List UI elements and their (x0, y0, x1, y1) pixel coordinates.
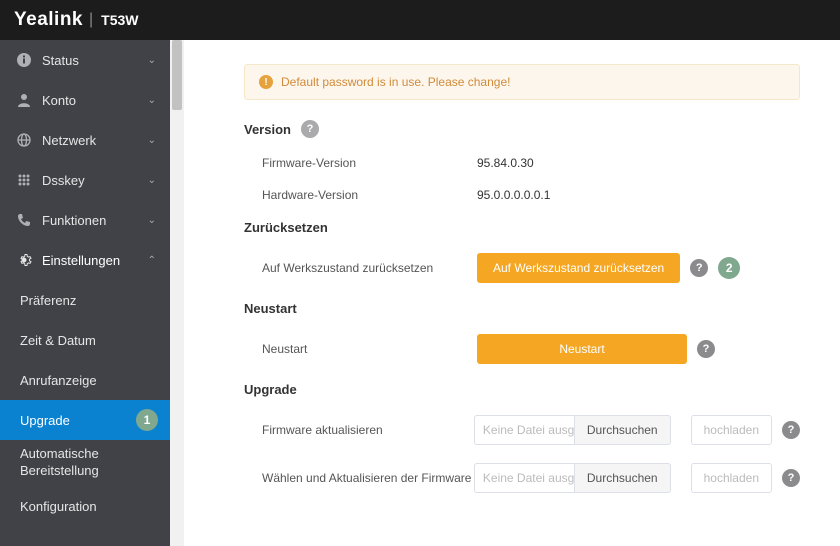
sidebar-item-konto[interactable]: Konto ⌄ (0, 80, 170, 120)
row-firmware-version: Firmware-Version 95.84.0.30 (244, 156, 800, 170)
restart-label: Neustart (262, 342, 477, 356)
restart-button[interactable]: Neustart (477, 334, 687, 364)
help-icon[interactable]: ? (690, 259, 708, 277)
section-title-upgrade: Upgrade (244, 382, 800, 397)
row-firmware-update: Firmware aktualisieren Keine Datei ausg … (244, 415, 800, 445)
sidebar-sub-anrufanzeige[interactable]: Anrufanzeige (0, 360, 170, 400)
firmware-update-label: Firmware aktualisieren (262, 423, 474, 437)
firmware-version-value: 95.84.0.30 (477, 156, 692, 170)
sidebar-item-label: Netzwerk (42, 133, 148, 148)
chevron-down-icon: ⌄ (148, 215, 156, 226)
help-icon[interactable]: ? (301, 120, 319, 138)
select-update-label: Wählen und Aktualisieren der Firmware de… (262, 471, 474, 485)
row-restart: Neustart Neustart ? (244, 334, 800, 364)
row-select-update: Wählen und Aktualisieren der Firmware de… (244, 463, 800, 493)
sidebar-sub-praeferenz[interactable]: Präferenz (0, 280, 170, 320)
factory-reset-label: Auf Werkszustand zurücksetzen (262, 261, 477, 275)
firmware-version-label: Firmware-Version (262, 156, 477, 170)
help-icon[interactable]: ? (697, 340, 715, 358)
scrollbar-thumb[interactable] (172, 40, 182, 110)
sidebar-item-label: Einstellungen (42, 253, 148, 268)
chevron-down-icon: ⌄ (148, 55, 156, 66)
sidebar-item-status[interactable]: Status ⌄ (0, 40, 170, 80)
sidebar: Status ⌄ Konto ⌄ Netzwerk ⌄ Dsskey ⌄ (0, 40, 170, 546)
sidebar-item-label: Status (42, 53, 148, 68)
factory-reset-button[interactable]: Auf Werkszustand zurücksetzen (477, 253, 680, 283)
upload-button[interactable]: hochladen (691, 415, 772, 445)
chevron-down-icon: ⌄ (148, 175, 156, 186)
info-icon (16, 52, 32, 68)
brand-logo: Yealink (14, 9, 83, 31)
hardware-version-label: Hardware-Version (262, 188, 477, 202)
sidebar-sub-zeit-datum[interactable]: Zeit & Datum (0, 320, 170, 360)
grid-icon (16, 172, 32, 188)
warning-alert: ! Default password is in use. Please cha… (244, 64, 800, 100)
sidebar-item-dsskey[interactable]: Dsskey ⌄ (0, 160, 170, 200)
phone-icon (16, 212, 32, 228)
row-hardware-version: Hardware-Version 95.0.0.0.0.0.1 (244, 188, 800, 202)
sidebar-item-funktionen[interactable]: Funktionen ⌄ (0, 200, 170, 240)
sidebar-item-label: Konto (42, 93, 148, 108)
globe-icon (16, 132, 32, 148)
step-badge-1: 1 (136, 409, 158, 431)
help-icon[interactable]: ? (782, 421, 800, 439)
row-factory-reset: Auf Werkszustand zurücksetzen Auf Werksz… (244, 253, 800, 283)
sidebar-item-label: Funktionen (42, 213, 148, 228)
chevron-up-icon: ⌃ (148, 255, 156, 266)
sidebar-item-netzwerk[interactable]: Netzwerk ⌄ (0, 120, 170, 160)
gear-icon (16, 252, 32, 268)
upload-button[interactable]: hochladen (691, 463, 772, 493)
sidebar-item-label: Dsskey (42, 173, 148, 188)
file-input-display: Keine Datei ausg (474, 463, 574, 493)
warning-icon: ! (259, 75, 273, 89)
chevron-down-icon: ⌄ (148, 95, 156, 106)
brand-divider: | (89, 11, 93, 29)
browse-button[interactable]: Durchsuchen (574, 463, 671, 493)
sidebar-sub-konfiguration[interactable]: Konfiguration (0, 486, 170, 526)
user-icon (16, 92, 32, 108)
sidebar-item-einstellungen[interactable]: Einstellungen ⌃ (0, 240, 170, 280)
section-title-version: Version ? (244, 120, 800, 138)
section-title-reset: Zurücksetzen (244, 220, 800, 235)
file-input-display: Keine Datei ausg (474, 415, 574, 445)
device-model: T53W (101, 12, 138, 28)
scrollbar[interactable] (170, 40, 184, 546)
chevron-down-icon: ⌄ (148, 135, 156, 146)
step-badge-2: 2 (718, 257, 740, 279)
browse-button[interactable]: Durchsuchen (574, 415, 671, 445)
warning-text: Default password is in use. Please chang… (281, 75, 510, 89)
sidebar-sub-auto-bereitstellung[interactable]: Automatische Bereitstellung (0, 440, 170, 486)
section-title-restart: Neustart (244, 301, 800, 316)
help-icon[interactable]: ? (782, 469, 800, 487)
sidebar-sub-upgrade[interactable]: Upgrade 1 (0, 400, 170, 440)
top-bar: Yealink | T53W (0, 0, 840, 40)
hardware-version-value: 95.0.0.0.0.0.1 (477, 188, 692, 202)
content-area: ! Default password is in use. Please cha… (184, 40, 840, 546)
